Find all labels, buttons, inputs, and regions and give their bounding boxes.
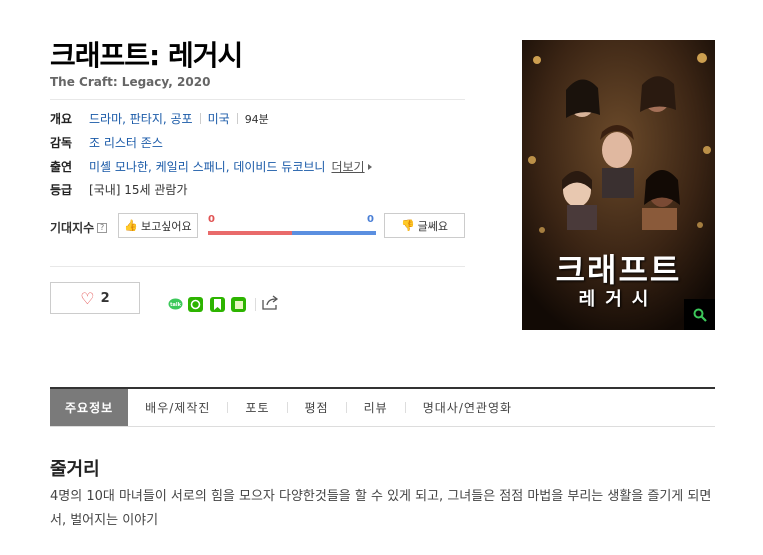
- poster-zoom-button[interactable]: [684, 299, 715, 330]
- director-label: 감독: [50, 136, 73, 150]
- director-link[interactable]: 조 리스터 존스: [89, 134, 163, 151]
- director-row: 감독 조 리스터 존스: [50, 134, 163, 151]
- country-link[interactable]: 미국: [208, 110, 230, 127]
- expectation-label-text: 기대지수: [50, 221, 95, 235]
- expectation-label: 기대지수 ?: [50, 219, 108, 236]
- movie-poster[interactable]: 크래프트 레거시: [522, 40, 715, 330]
- nowant-button[interactable]: 👎 글쎄요: [384, 213, 465, 238]
- cast-link[interactable]: 미셸 모나한, 케일리 스패니, 데이비드 듀코브니: [89, 158, 325, 175]
- tab-reviews[interactable]: 리뷰: [347, 389, 405, 426]
- svg-text:talk: talk: [170, 302, 181, 308]
- want-label: 보고싶어요: [141, 219, 192, 233]
- rating-value: [국내] 15세 관람가: [89, 183, 188, 197]
- cast-label: 출연: [50, 160, 73, 174]
- rating-label: 등급: [50, 183, 73, 197]
- tab-main-info[interactable]: 주요정보: [50, 389, 129, 426]
- page-title: 크래프트: 레거시: [50, 39, 243, 72]
- talk-share-icon[interactable]: talk: [168, 297, 183, 312]
- help-icon[interactable]: ?: [97, 222, 108, 233]
- divider: [255, 298, 256, 311]
- cast-row: 출연 미셸 모나한, 케일리 스패니, 데이비드 듀코브니 더보기: [50, 158, 372, 175]
- like-count: 2: [100, 290, 110, 306]
- divider: [50, 266, 465, 267]
- tab-ratings[interactable]: 평점: [288, 389, 346, 426]
- original-title: The Craft: Legacy, 2020: [50, 75, 211, 89]
- like-button[interactable]: ♡ 2: [50, 282, 140, 314]
- want-button[interactable]: 👍 보고싶어요: [118, 213, 198, 238]
- tab-quotes-related[interactable]: 명대사/연관영화: [406, 389, 529, 426]
- bookmark-share-icon[interactable]: [210, 297, 225, 312]
- rating-row: 등급 [국내] 15세 관람가: [50, 181, 188, 198]
- genres-link[interactable]: 드라마, 판타지, 공포: [89, 110, 193, 127]
- share-icon[interactable]: [262, 295, 279, 314]
- search-icon: [693, 308, 707, 322]
- tab-photo[interactable]: 포토: [228, 389, 286, 426]
- memo-share-icon[interactable]: [231, 297, 246, 312]
- tab-bar: 주요정보 배우/제작진 포토 평점 리뷰 명대사/연관영화: [50, 387, 715, 427]
- overview-row: 개요 드라마, 판타지, 공포 미국 94분: [50, 110, 269, 127]
- more-link[interactable]: 더보기: [331, 158, 364, 175]
- divider: [199, 113, 201, 124]
- nowant-count: 0: [367, 214, 374, 225]
- divider: [50, 99, 465, 100]
- divider: [236, 113, 238, 124]
- synopsis-heading: 줄거리: [50, 459, 100, 480]
- band-share-icon[interactable]: [188, 297, 203, 312]
- thumbs-down-icon: 👎: [400, 219, 415, 232]
- want-count: 0: [208, 214, 215, 225]
- overview-label: 개요: [50, 112, 73, 126]
- want-bar: [208, 231, 292, 235]
- tab-cast-crew[interactable]: 배우/제작진: [128, 389, 227, 426]
- chevron-right-icon: [367, 163, 372, 170]
- thumbs-up-icon: 👍: [124, 219, 139, 232]
- runtime: 94분: [244, 112, 269, 126]
- synopsis-text: 4명의 10대 마녀들이 서로의 힘을 모으자 다양한것들을 할 수 있게 되고…: [50, 489, 712, 528]
- heart-icon: ♡: [80, 288, 95, 308]
- nowant-bar: [292, 231, 376, 235]
- nowant-label: 글쎄요: [417, 219, 449, 233]
